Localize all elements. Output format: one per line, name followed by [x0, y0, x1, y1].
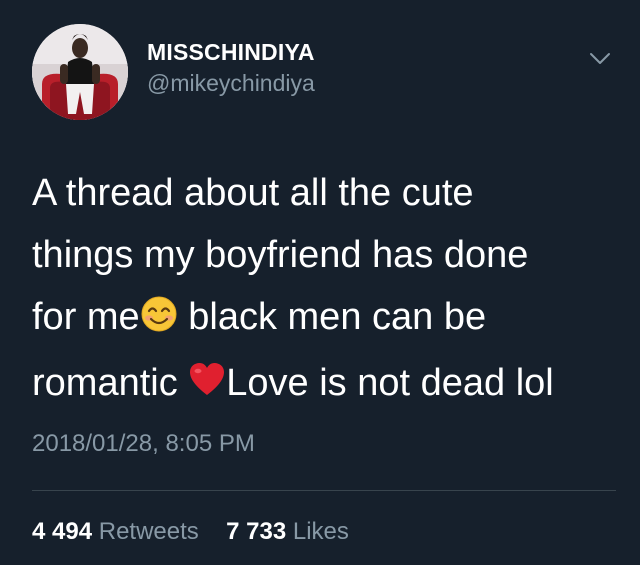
tweet-text-segment: black men can be — [177, 296, 487, 338]
divider — [32, 490, 616, 491]
tweet-stats: 4 494 Retweets 7 733 Likes — [32, 518, 349, 546]
tweet-text-line: for me black men can be — [32, 286, 622, 352]
retweets-count[interactable]: 4 494 — [32, 518, 92, 545]
likes-count[interactable]: 7 733 — [226, 518, 286, 545]
user-handle[interactable]: @mikeychindiya — [147, 68, 315, 98]
chevron-down-icon[interactable] — [588, 46, 612, 70]
tweet-text: A thread about all the cute things my bo… — [32, 162, 622, 418]
avatar[interactable] — [32, 24, 128, 120]
tweet-timestamp[interactable]: 2018/01/28, 8:05 PM — [32, 430, 255, 458]
tweet-header: MISSCHINDIYA @mikeychindiya — [32, 24, 612, 120]
tweet-text-segment: for me — [32, 296, 140, 338]
display-name[interactable]: MISSCHINDIYA — [147, 38, 315, 66]
avatar-image — [32, 24, 128, 120]
tweet-text-segment: romantic — [32, 362, 189, 404]
tweet-text-segment: Love is not dead lol — [226, 362, 554, 404]
tweet-text-line: romantic Love is not dead lol — [32, 352, 622, 418]
smiling-face-emoji — [140, 290, 178, 352]
retweets-label[interactable]: Retweets — [99, 518, 199, 545]
likes-label[interactable]: Likes — [293, 518, 349, 545]
user-names: MISSCHINDIYA @mikeychindiya — [147, 38, 315, 98]
tweet-text-line: things my boyfriend has done — [32, 234, 529, 276]
red-heart-emoji — [188, 356, 226, 418]
tweet-card: MISSCHINDIYA @mikeychindiya A thread abo… — [0, 0, 640, 565]
tweet-text-line: A thread about all the cute — [32, 172, 474, 214]
